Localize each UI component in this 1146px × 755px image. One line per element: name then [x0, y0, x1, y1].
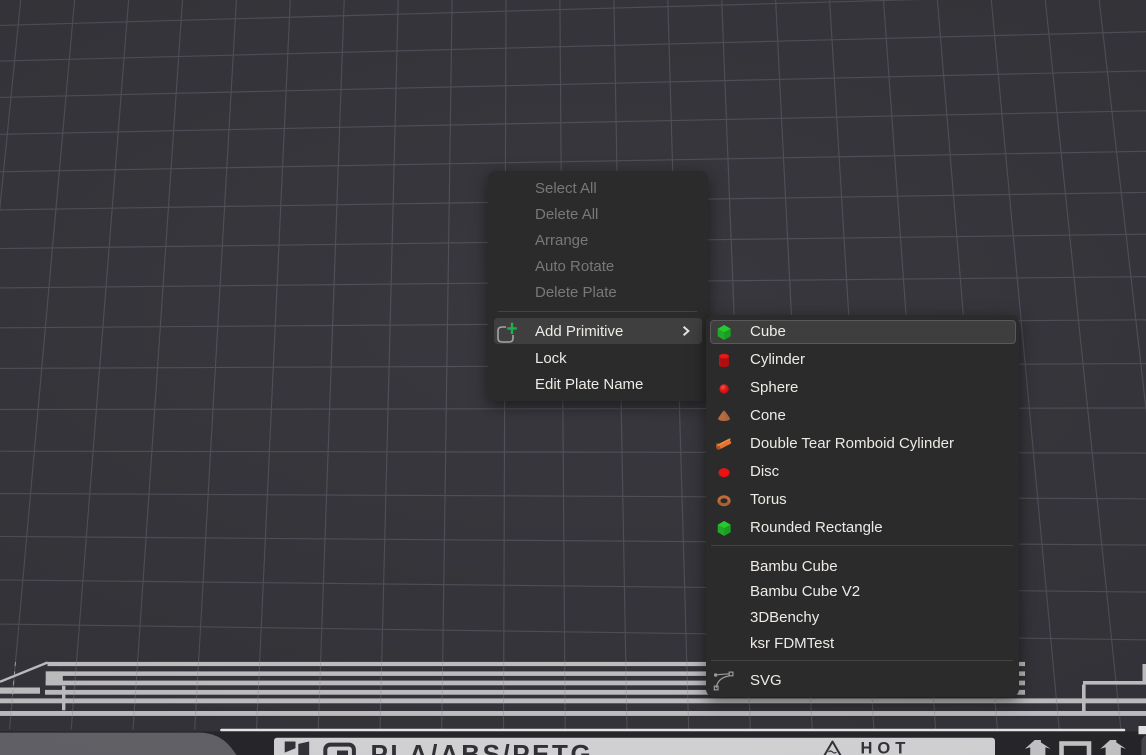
svg-text:HOT: HOT — [861, 739, 911, 755]
svg-text:PLA/ABS/PETG: PLA/ABS/PETG — [371, 739, 594, 755]
